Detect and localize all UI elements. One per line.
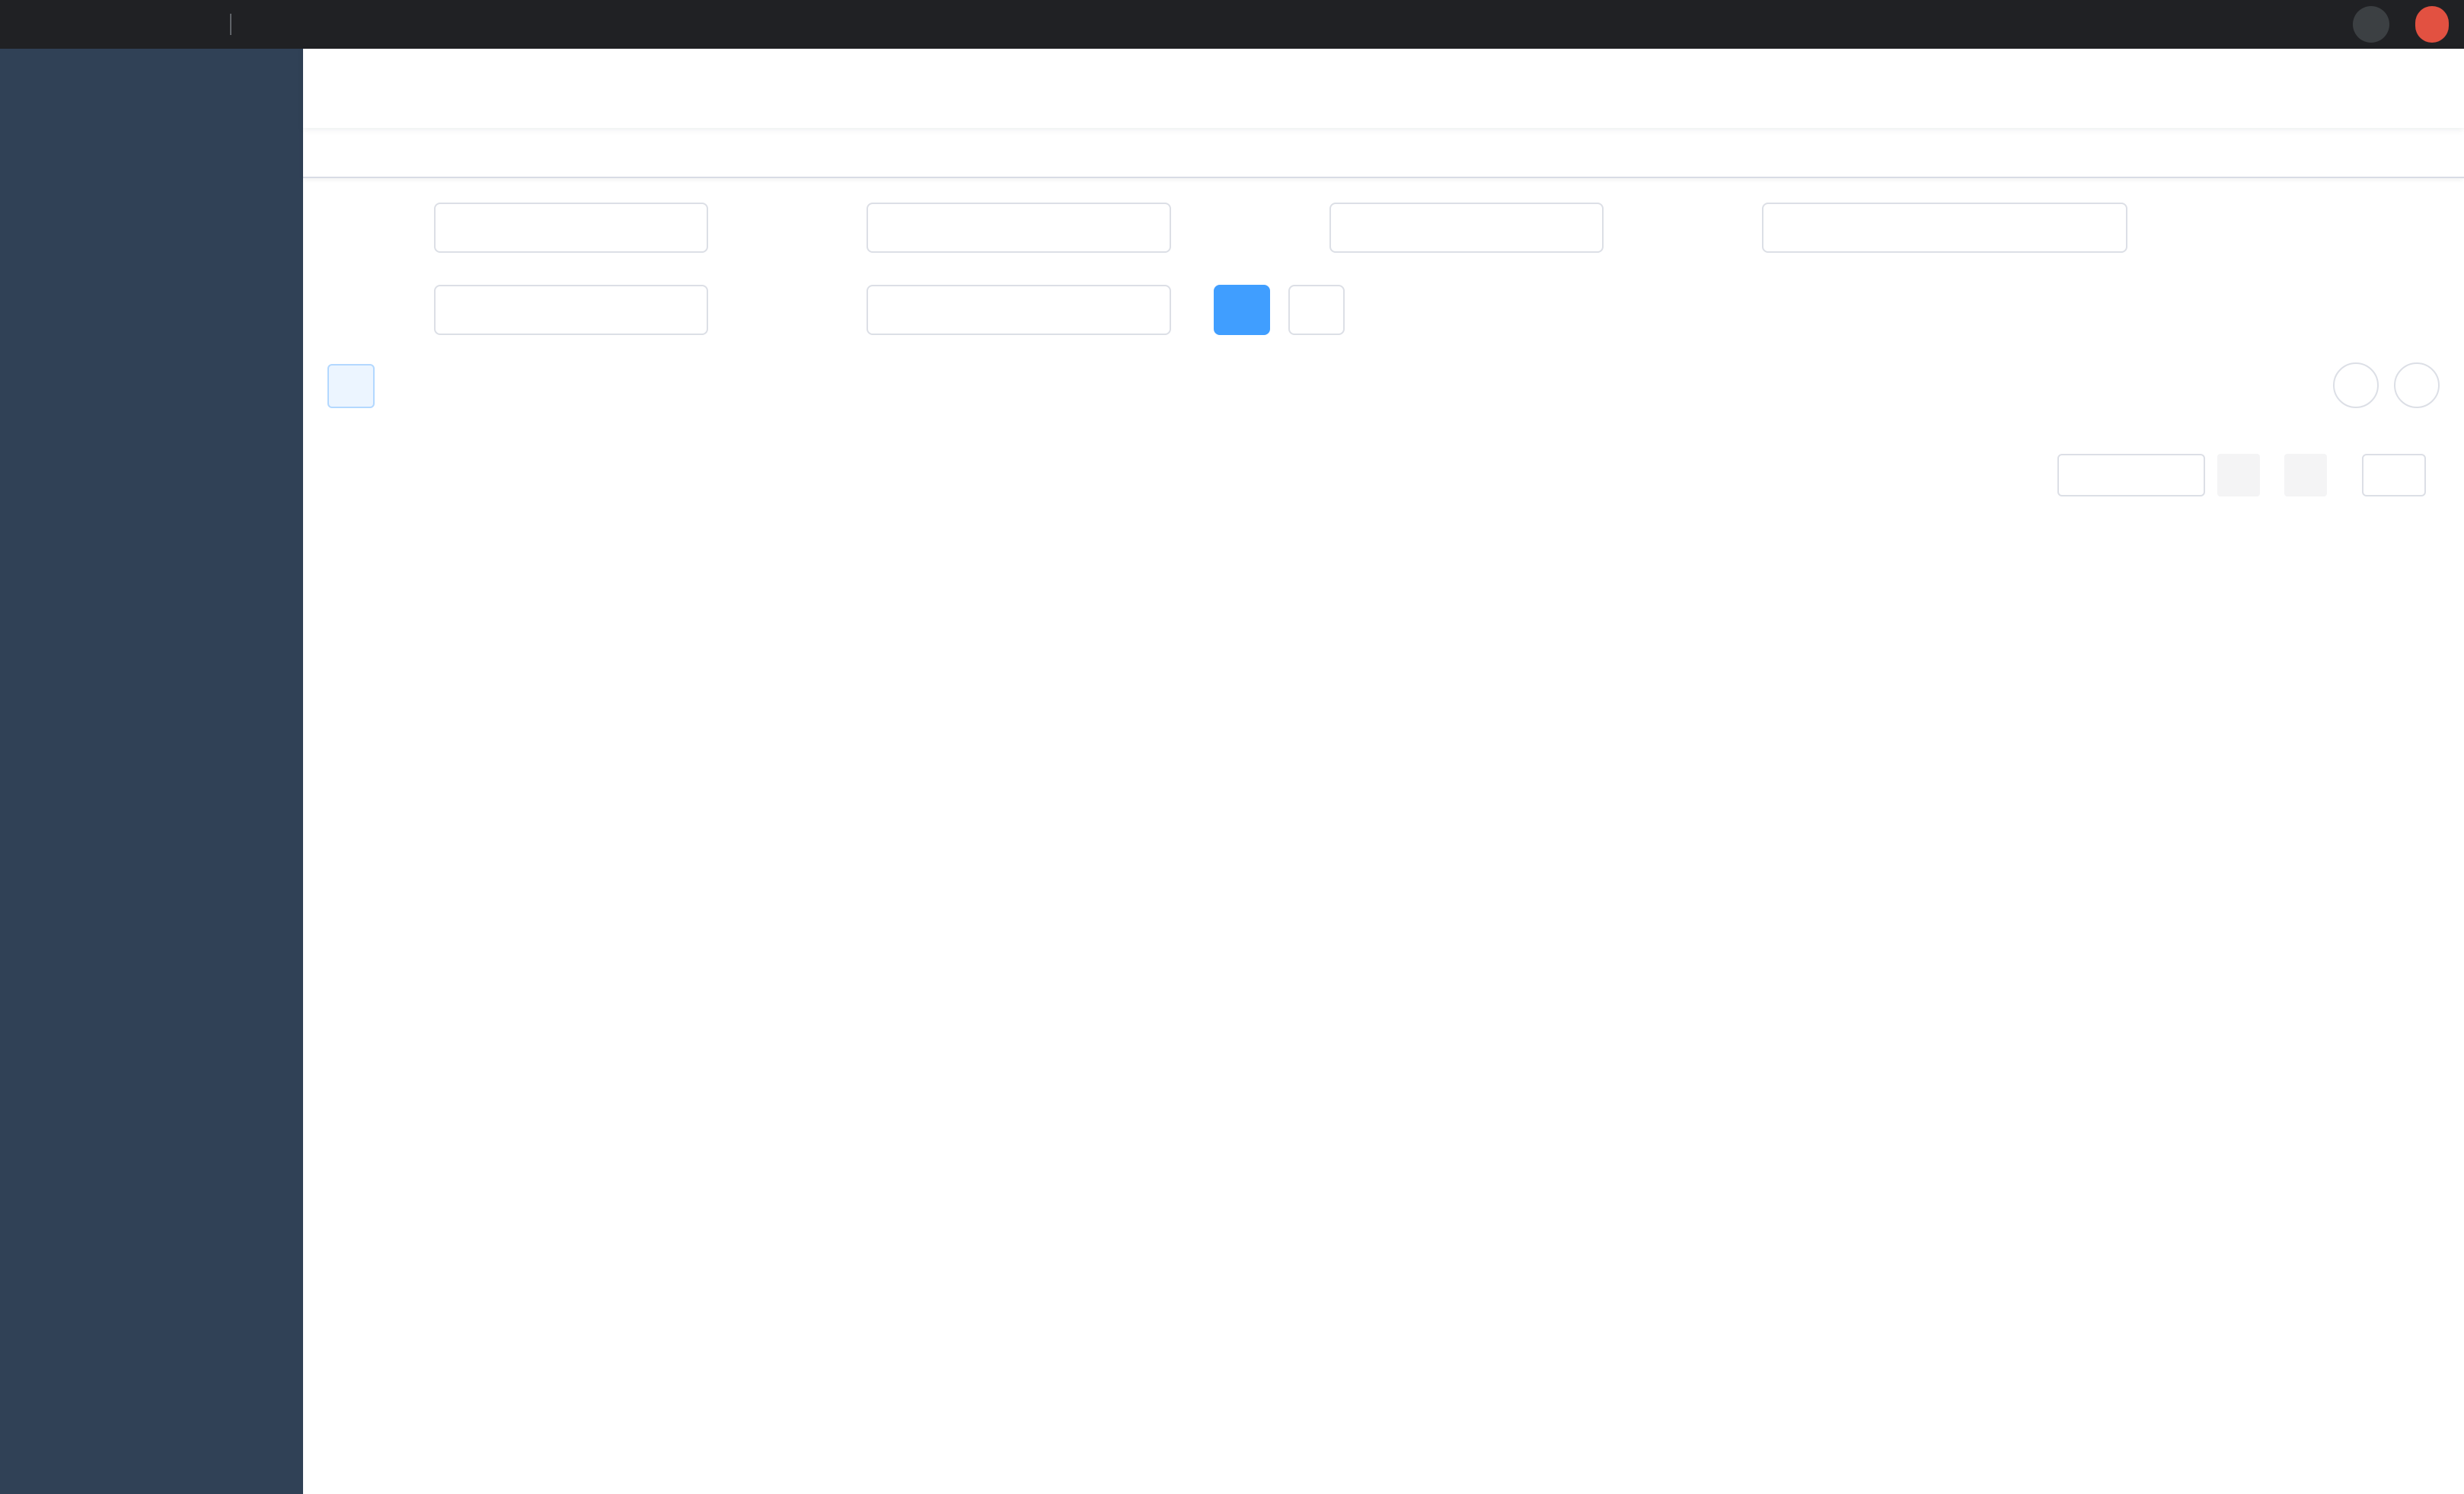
forward-button[interactable] xyxy=(58,3,101,46)
process-id-input-wrap xyxy=(867,203,1171,253)
browser-chrome xyxy=(0,0,2464,49)
submit-time-range[interactable] xyxy=(1762,203,2127,253)
sidebar xyxy=(0,49,303,1494)
browser-window xyxy=(0,0,2464,1494)
tags-bar xyxy=(303,128,2464,178)
process-name-input-wrap xyxy=(434,203,708,253)
update-button[interactable] xyxy=(2415,6,2449,43)
toggle-search-button[interactable] xyxy=(2333,362,2379,408)
search-button[interactable] xyxy=(1214,285,1270,335)
process-name-input[interactable] xyxy=(452,215,690,240)
pagination xyxy=(327,454,2440,496)
top-navbar xyxy=(303,49,2464,128)
status-select[interactable] xyxy=(434,285,708,335)
create-process-button[interactable] xyxy=(327,363,375,407)
next-page-button[interactable] xyxy=(2284,454,2327,496)
font-size-button[interactable] xyxy=(2307,64,2356,113)
sidebar-menu xyxy=(0,125,303,1494)
app-logo[interactable] xyxy=(0,49,303,125)
browser-actions xyxy=(2243,3,2449,46)
category-select[interactable] xyxy=(1329,203,1604,253)
page-content xyxy=(303,178,2464,1494)
prev-page-button[interactable] xyxy=(2217,454,2260,496)
github-link[interactable] xyxy=(2143,64,2191,113)
navbar-actions xyxy=(2088,61,2440,116)
right-toolbar xyxy=(2333,362,2440,408)
process-id-input[interactable] xyxy=(885,215,1153,240)
page-jump xyxy=(2351,454,2437,496)
result-select[interactable] xyxy=(867,285,1171,335)
incognito-icon xyxy=(2353,6,2389,43)
address-divider xyxy=(230,14,231,35)
reload-button[interactable] xyxy=(101,3,143,46)
incognito-badge xyxy=(2353,6,2400,43)
refresh-table-button[interactable] xyxy=(2394,362,2440,408)
user-menu[interactable] xyxy=(2374,61,2440,116)
help-button[interactable] xyxy=(2197,64,2246,113)
back-button[interactable] xyxy=(15,3,58,46)
key-icon[interactable] xyxy=(2243,3,2286,46)
filter-form xyxy=(327,200,2440,335)
page-size-select[interactable] xyxy=(2057,454,2205,496)
avatar xyxy=(2374,61,2435,116)
reset-button[interactable] xyxy=(1288,285,1345,335)
browser-home-button[interactable] xyxy=(143,3,186,46)
bookmark-star-icon[interactable] xyxy=(2295,3,2338,46)
table-toolbar xyxy=(327,362,2440,408)
header-search-button[interactable] xyxy=(2088,64,2137,113)
jump-page-input[interactable] xyxy=(2362,454,2426,496)
fullscreen-button[interactable] xyxy=(2252,64,2301,113)
address-bar[interactable] xyxy=(207,14,2243,35)
